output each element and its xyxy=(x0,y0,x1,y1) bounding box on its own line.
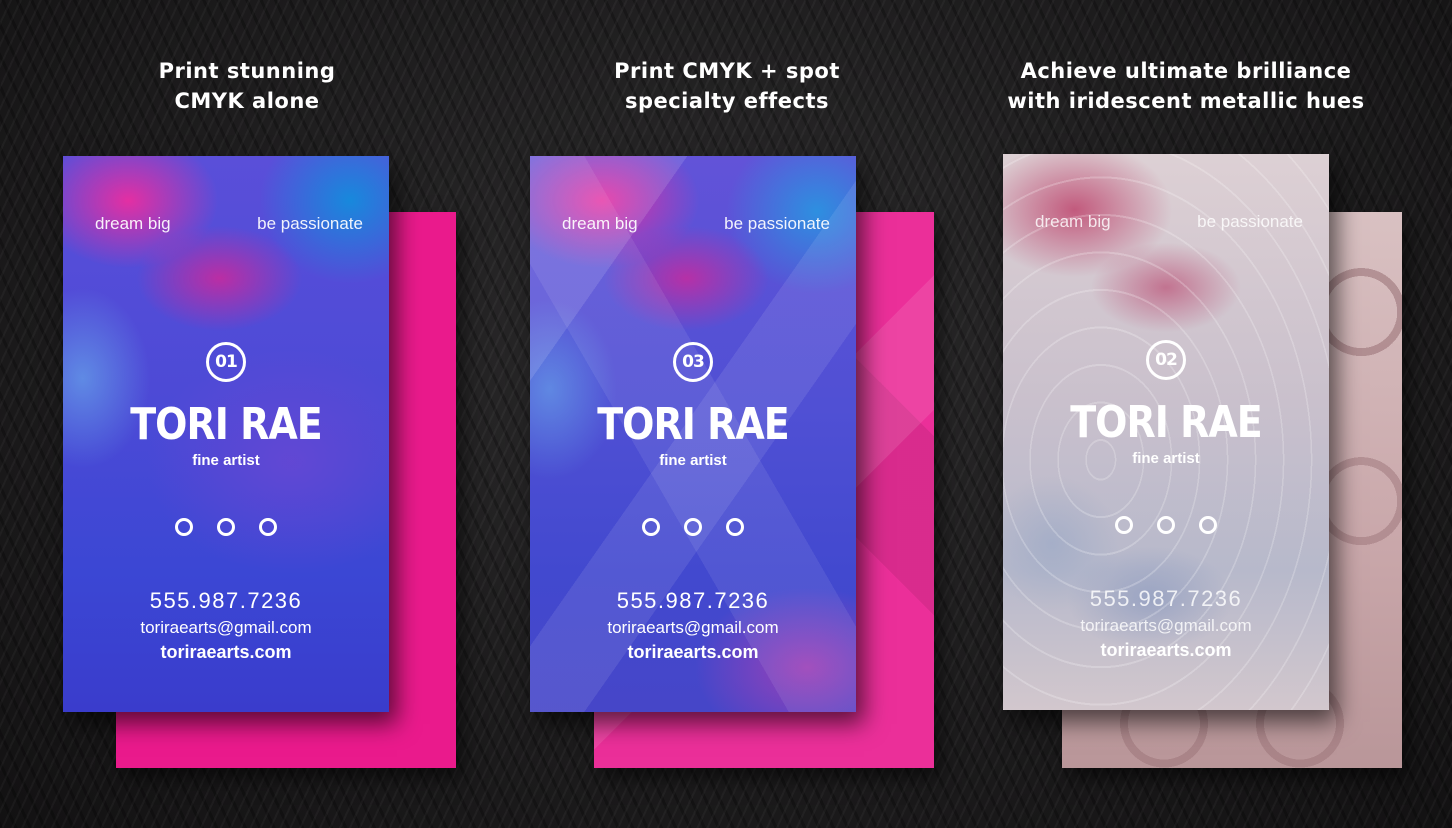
card-dots xyxy=(1115,516,1217,534)
card-website: toriraearts.com xyxy=(160,642,292,662)
card-role: fine artist xyxy=(1132,450,1200,467)
card-front-3: dream big be passionate 02 TORI RAE fine… xyxy=(1003,154,1329,710)
card-number-badge: 02 xyxy=(1146,340,1186,380)
caption-line: CMYK alone xyxy=(174,89,320,113)
circle-icon xyxy=(259,518,277,536)
caption-line: Achieve ultimate brilliance xyxy=(1020,59,1352,83)
card-phone: 555.987.7236 xyxy=(616,588,770,613)
circle-icon xyxy=(684,518,702,536)
caption-cmyk-spot: Print CMYK + spot specialty effects xyxy=(537,56,917,116)
card-name: TORI RAE xyxy=(130,398,322,450)
business-card-showcase: Print stunning CMYK alone Print CMYK + s… xyxy=(0,0,1452,828)
circle-icon xyxy=(175,518,193,536)
card-email: toriraearts@gmail.com xyxy=(607,618,779,637)
caption-metallic: Achieve ultimate brilliance with iridesc… xyxy=(996,56,1376,116)
circle-icon xyxy=(642,518,660,536)
circle-icon xyxy=(1157,516,1175,534)
card-tagline-right: be passionate xyxy=(1197,212,1303,231)
card-tagline-right: be passionate xyxy=(724,214,830,233)
card-website: toriraearts.com xyxy=(627,642,759,662)
card-tagline-left: dream big xyxy=(95,214,171,233)
caption-cmyk: Print stunning CMYK alone xyxy=(57,56,437,116)
card-role: fine artist xyxy=(192,452,260,469)
card-email: toriraearts@gmail.com xyxy=(140,618,312,637)
card-name: TORI RAE xyxy=(597,398,789,450)
circle-icon xyxy=(726,518,744,536)
card-front-1: dream big be passionate 01 TORI RAE fine… xyxy=(63,156,389,712)
card-front-2: dream big be passionate 03 TORI RAE fine… xyxy=(530,156,856,712)
caption-line: specialty effects xyxy=(624,89,830,113)
card-tagline-right: be passionate xyxy=(257,214,363,233)
card-dots xyxy=(642,518,744,536)
card-role: fine artist xyxy=(659,452,727,469)
card-number-badge: 03 xyxy=(673,342,713,382)
card-email: toriraearts@gmail.com xyxy=(1080,616,1252,635)
card-number-badge: 01 xyxy=(206,342,246,382)
card-tagline-left: dream big xyxy=(1035,212,1111,231)
card-tagline-left: dream big xyxy=(562,214,638,233)
circle-icon xyxy=(1115,516,1133,534)
caption-line: Print stunning xyxy=(158,59,336,83)
caption-line: Print CMYK + spot xyxy=(614,59,840,83)
caption-line: with iridescent metallic hues xyxy=(1007,89,1365,113)
circle-icon xyxy=(217,518,235,536)
card-website: toriraearts.com xyxy=(1100,640,1232,660)
card-name: TORI RAE xyxy=(1070,396,1262,448)
card-phone: 555.987.7236 xyxy=(149,588,303,613)
card-dots xyxy=(175,518,277,536)
card-phone: 555.987.7236 xyxy=(1089,586,1243,611)
circle-icon xyxy=(1199,516,1217,534)
